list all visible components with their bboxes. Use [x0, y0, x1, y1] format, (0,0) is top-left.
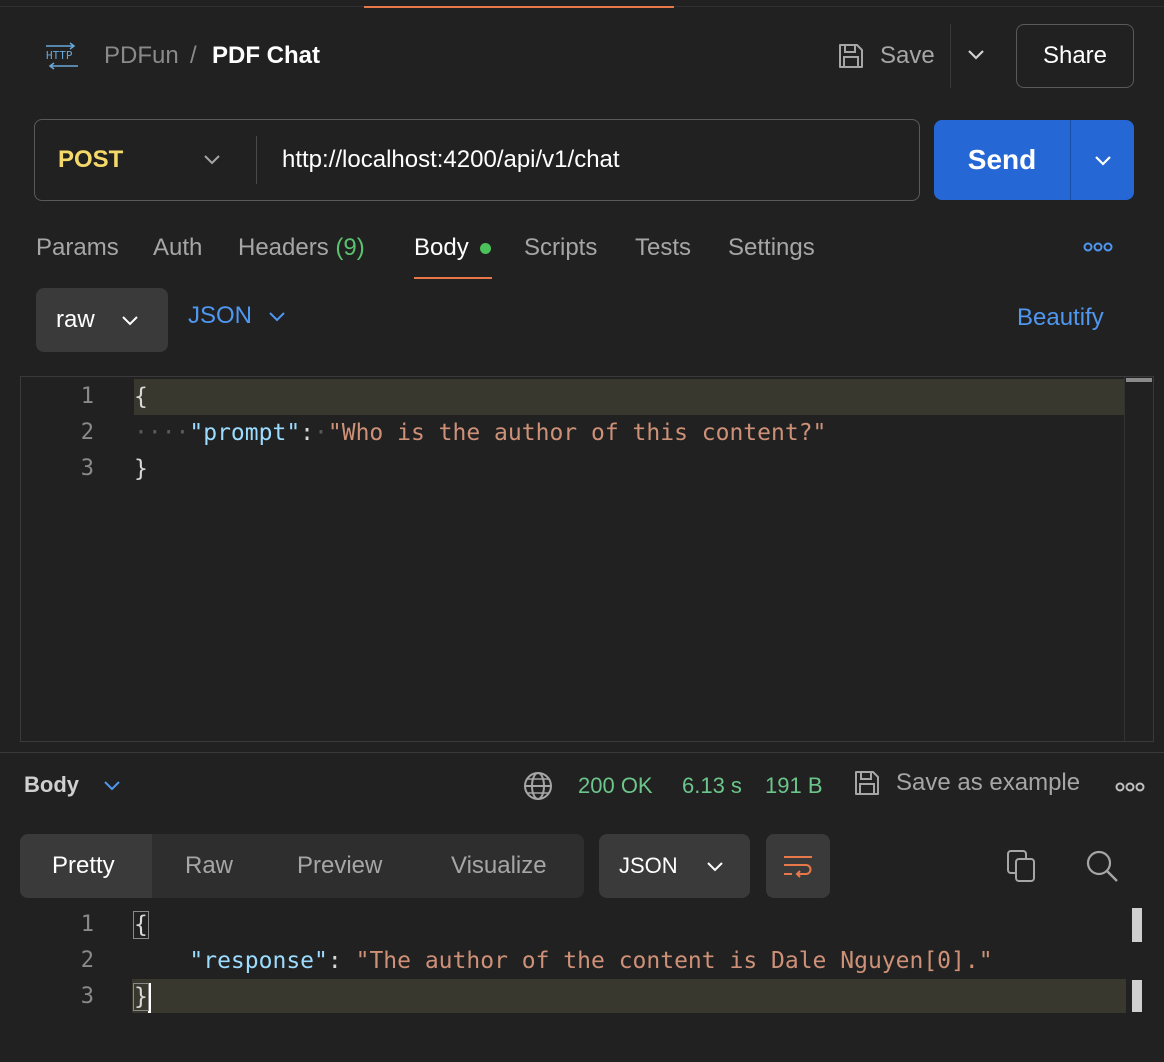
- save-button[interactable]: Save: [836, 34, 935, 78]
- json-value: "The author of the content is Dale Nguye…: [355, 948, 993, 974]
- tab-tests[interactable]: Tests: [635, 232, 691, 264]
- active-tab-indicator: [364, 6, 674, 8]
- response-size[interactable]: 191 B: [765, 772, 823, 800]
- tab-body[interactable]: Body: [414, 232, 469, 264]
- tab-preview[interactable]: Preview: [297, 850, 382, 882]
- request-code: { ····"prompt":·"Who is the author of th…: [134, 379, 1124, 487]
- tab-settings[interactable]: Settings: [728, 232, 815, 264]
- svg-text:HTTP: HTTP: [46, 49, 73, 62]
- body-mode-dropdown[interactable]: raw: [36, 288, 168, 352]
- share-button[interactable]: Share: [1016, 24, 1134, 88]
- code-line: }: [133, 979, 1124, 1015]
- request-line-numbers: 1 2 3: [20, 379, 94, 487]
- save-icon: [839, 44, 863, 68]
- response-body-dropdown[interactable]: Body: [24, 772, 123, 798]
- save-label: Save: [880, 42, 935, 69]
- code-line: {: [133, 907, 1124, 943]
- save-as-example-button[interactable]: Save as example: [852, 768, 1080, 798]
- tab-headers-label: Headers: [238, 234, 329, 261]
- chevron-down-icon: [1094, 156, 1111, 166]
- json-colon: :: [300, 420, 315, 446]
- line-number: 3: [80, 984, 94, 1009]
- line-number: 2: [80, 420, 94, 445]
- save-options-chevron-icon[interactable]: [962, 40, 990, 70]
- code-line: }: [134, 451, 1124, 487]
- wrap-lines-button[interactable]: [766, 834, 830, 898]
- line-number: 1: [80, 384, 94, 409]
- page-title[interactable]: PDF Chat: [212, 40, 320, 72]
- headers-count: (9): [335, 234, 365, 261]
- response-section-label: Body: [24, 772, 79, 797]
- http-icon: HTTP: [46, 42, 78, 70]
- chevron-down-icon: [104, 781, 120, 791]
- open-brace: {: [133, 911, 149, 939]
- response-line-numbers: 1 2 3: [20, 907, 94, 1015]
- tab-headers[interactable]: Headers (9): [238, 232, 365, 264]
- save-divider: [950, 24, 951, 88]
- tab-visualize[interactable]: Visualize: [451, 850, 547, 882]
- url-input[interactable]: [282, 140, 902, 180]
- response-scrollbar-marker: [1132, 980, 1142, 1012]
- url-divider: [256, 136, 257, 184]
- tab-auth[interactable]: Auth: [153, 232, 202, 264]
- chevron-down-icon: [706, 862, 723, 872]
- status-code[interactable]: 200 OK: [578, 772, 653, 800]
- response-format-dropdown[interactable]: JSON: [599, 834, 750, 898]
- json-colon: :: [327, 948, 342, 974]
- indent-guide: ····: [134, 420, 190, 446]
- tab-raw[interactable]: Raw: [185, 850, 233, 882]
- code-line: ····"prompt":·"Who is the author of this…: [134, 420, 827, 446]
- method-chevron-down-icon[interactable]: [198, 146, 226, 174]
- body-mode-label: raw: [56, 306, 95, 333]
- body-modified-dot: [480, 243, 491, 254]
- close-brace: }: [134, 456, 148, 482]
- response-format-label: JSON: [619, 853, 678, 878]
- body-language-dropdown[interactable]: JSON: [188, 302, 288, 330]
- line-number: 2: [80, 948, 94, 973]
- send-button[interactable]: Send: [934, 120, 1070, 200]
- response-time[interactable]: 6.13 s: [682, 772, 742, 800]
- method-select[interactable]: POST: [58, 144, 123, 176]
- tab-pretty[interactable]: Pretty: [52, 850, 115, 882]
- json-value: "Who is the author of this content?": [327, 420, 827, 446]
- chevron-down-icon: [269, 312, 285, 322]
- send-options-button[interactable]: [1070, 120, 1134, 200]
- close-brace: }: [133, 983, 149, 1011]
- tab-scripts[interactable]: Scripts: [524, 232, 597, 264]
- copy-icon[interactable]: [1004, 848, 1038, 884]
- line-number: 1: [80, 912, 94, 937]
- response-code: { "response": "The author of the content…: [133, 907, 1124, 1015]
- json-key: "response": [189, 948, 328, 974]
- response-divider[interactable]: [0, 752, 1164, 753]
- search-icon[interactable]: [1084, 848, 1120, 884]
- tab-body-underline: [414, 277, 492, 279]
- save-icon: [855, 771, 879, 795]
- code-line: {: [134, 379, 1124, 415]
- wrap-lines-icon: [784, 856, 812, 878]
- open-brace: {: [134, 384, 148, 410]
- response-more-options-icon[interactable]: [1114, 776, 1146, 798]
- breadcrumb-parent[interactable]: PDFun: [104, 40, 179, 72]
- response-scrollbar-thumb[interactable]: [1132, 908, 1142, 942]
- body-language-label: JSON: [188, 302, 253, 329]
- more-options-icon[interactable]: [1082, 236, 1114, 258]
- json-key: "prompt": [189, 420, 301, 446]
- beautify-button[interactable]: Beautify: [1017, 304, 1104, 332]
- text-cursor: [147, 982, 151, 1013]
- globe-icon[interactable]: [522, 770, 554, 802]
- code-line: "response": "The author of the content i…: [134, 943, 1124, 979]
- line-number: 3: [80, 456, 94, 481]
- editor-scrollbar-track: [1124, 377, 1125, 741]
- tab-params[interactable]: Params: [36, 232, 119, 264]
- save-as-example-label: Save as example: [896, 769, 1081, 796]
- breadcrumb-separator: /: [190, 42, 197, 69]
- chevron-down-icon: [121, 316, 138, 326]
- editor-scrollbar-thumb[interactable]: [1126, 378, 1152, 382]
